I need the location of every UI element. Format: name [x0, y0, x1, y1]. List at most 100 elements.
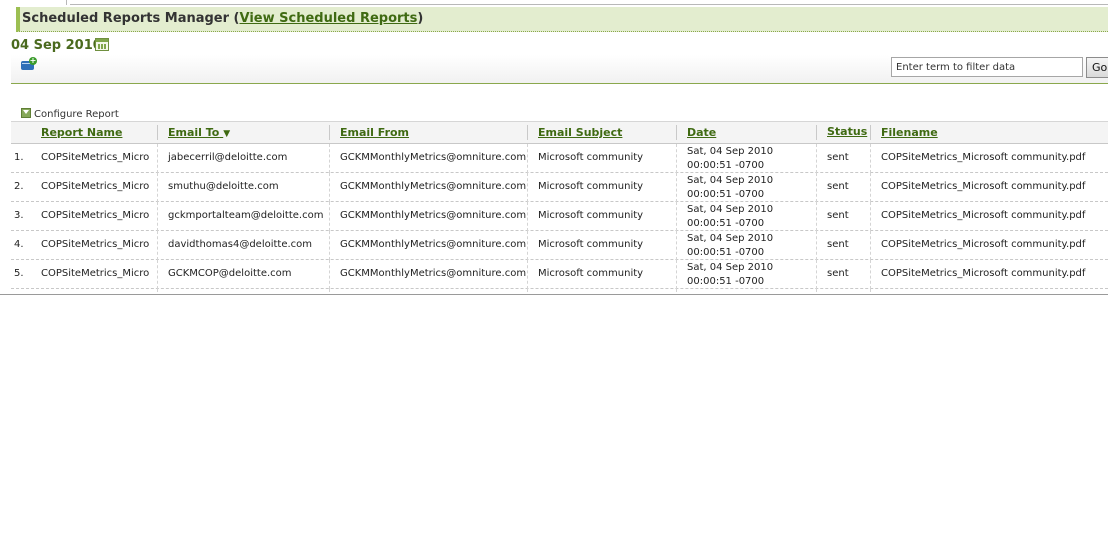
cell-status: sent [827, 152, 849, 163]
cell-filename: COPSiteMetrics_Microsoft community.pdf [881, 210, 1086, 221]
tab-edge-left [0, 0, 67, 5]
column-divider [329, 173, 330, 202]
calendar-icon[interactable] [95, 38, 109, 51]
cell-email-subject: Microsoft community [538, 268, 644, 279]
column-divider [816, 202, 817, 231]
row-number: 4. [14, 239, 24, 250]
cell-report-name: COPSiteMetrics_Micro [41, 152, 150, 163]
cell-report-name: COPSiteMetrics_Micro [41, 239, 150, 250]
header-separator [527, 125, 528, 140]
cell-email-subject: Microsoft community [538, 152, 644, 163]
column-divider [816, 144, 817, 173]
expand-icon [21, 108, 31, 118]
content-bottom-border [0, 294, 1108, 295]
cell-email-to: smuthu@deloitte.com [168, 181, 279, 192]
column-divider [676, 144, 677, 173]
header-email-from[interactable]: Email From [340, 126, 409, 139]
go-button[interactable]: Go [1086, 57, 1108, 78]
header-email-to-label: Email To [168, 126, 220, 139]
cell-date: Sat, 04 Sep 2010 00:00:51 -0700 [687, 232, 773, 260]
cell-email-from: GCKMMonthlyMetrics@omniture.com [340, 152, 527, 163]
cell-report-name: COPSiteMetrics_Micro [41, 268, 150, 279]
cell-date-day: Sat, 04 Sep 2010 [687, 204, 774, 215]
column-divider [870, 173, 871, 202]
table-row[interactable]: 4. COPSiteMetrics_Micro davidthomas4@deloi… [11, 231, 1108, 260]
cell-date-time: 00:00:51 -0700 [687, 160, 765, 171]
cell-report-name: COPSiteMetrics_Micro [41, 181, 150, 192]
header-separator [157, 125, 158, 140]
column-divider [157, 202, 158, 231]
page-title-text: Scheduled Reports Manager ( [22, 11, 240, 26]
configure-report-toggle[interactable]: Configure Report [21, 108, 119, 120]
header-filename[interactable]: Filename [881, 126, 938, 139]
cell-date-time: 00:00:51 -0700 [687, 247, 765, 258]
column-divider [870, 231, 871, 260]
column-divider [157, 231, 158, 260]
cell-date: Sat, 04 Sep 2010 00:00:51 -0700 [687, 145, 773, 173]
header-email-subject[interactable]: Email Subject [538, 126, 622, 139]
report-date: 04 Sep 2010 [11, 38, 102, 53]
row-number: 1. [14, 152, 24, 163]
cell-filename: COPSiteMetrics_Microsoft community.pdf [881, 152, 1086, 163]
table-row[interactable]: 1. COPSiteMetrics_Micro jabecerril@deloitt… [11, 144, 1108, 173]
scheduled-reports-table: Report Name Email To ▼ Email From Email … [11, 121, 1108, 295]
header-report-name[interactable]: Report Name [41, 126, 122, 139]
column-divider [676, 173, 677, 202]
cell-filename: COPSiteMetrics_Microsoft community.pdf [881, 239, 1086, 250]
column-divider [870, 144, 871, 173]
header-separator [816, 125, 817, 140]
row-number: 2. [14, 181, 24, 192]
header-email-to[interactable]: Email To ▼ [168, 126, 230, 139]
column-divider [527, 202, 528, 231]
column-divider [816, 260, 817, 289]
header-separator [870, 125, 871, 140]
column-divider [329, 260, 330, 289]
cell-email-subject: Microsoft community [538, 239, 644, 250]
tab-edge-right [70, 0, 1108, 5]
cell-date: Sat, 04 Sep 2010 00:00:51 -0700 [687, 203, 773, 231]
table-row[interactable]: 3. COPSiteMetrics_Micro gckmportalteam@del… [11, 202, 1108, 231]
column-divider [870, 260, 871, 289]
column-divider [816, 231, 817, 260]
add-report-icon[interactable]: + [21, 57, 37, 71]
sort-desc-icon: ▼ [223, 129, 231, 139]
cell-date: Sat, 04 Sep 2010 00:00:51 -0700 [687, 174, 773, 202]
row-number: 5. [14, 268, 24, 279]
cell-status: sent [827, 181, 849, 192]
header-separator [329, 125, 330, 140]
cell-filename: COPSiteMetrics_Microsoft community.pdf [881, 181, 1086, 192]
header-date[interactable]: Date [687, 126, 716, 139]
column-divider [676, 260, 677, 289]
column-divider [527, 260, 528, 289]
column-divider [329, 231, 330, 260]
cell-date-time: 00:00:51 -0700 [687, 218, 765, 229]
cell-status: sent [827, 210, 849, 221]
cell-email-from: GCKMMonthlyMetrics@omniture.com [340, 268, 527, 279]
cell-date-time: 00:00:51 -0700 [687, 276, 765, 287]
cell-filename: COPSiteMetrics_Microsoft community.pdf [881, 268, 1086, 279]
row-number: 3. [14, 210, 24, 221]
table-header: Report Name Email To ▼ Email From Email … [11, 121, 1108, 144]
cell-date-day: Sat, 04 Sep 2010 [687, 233, 774, 244]
cell-email-from: GCKMMonthlyMetrics@omniture.com [340, 239, 527, 250]
column-divider [157, 173, 158, 202]
title-bar: Scheduled Reports Manager (View Schedule… [16, 7, 1108, 32]
cell-date-time: 00:00:51 -0700 [687, 189, 765, 200]
view-scheduled-reports-link[interactable]: View Scheduled Reports [240, 11, 418, 26]
top-strip [0, 0, 1108, 6]
table-row[interactable]: 2. COPSiteMetrics_Micro smuthu@deloitte.co… [11, 173, 1108, 202]
table-row[interactable]: 5. COPSiteMetrics_Micro GCKMCOP@deloitte.c… [11, 260, 1108, 289]
cell-email-to: gckmportalteam@deloitte.com [168, 210, 324, 221]
column-divider [329, 202, 330, 231]
column-divider [527, 173, 528, 202]
column-divider [870, 202, 871, 231]
cell-email-subject: Microsoft community [538, 181, 644, 192]
page-title-suffix: ) [417, 11, 424, 26]
column-divider [329, 144, 330, 173]
column-divider [676, 231, 677, 260]
filter-input[interactable] [891, 57, 1083, 77]
column-divider [157, 260, 158, 289]
cell-date: Sat, 04 Sep 2010 00:00:51 -0700 [687, 261, 773, 289]
cell-email-from: GCKMMonthlyMetrics@omniture.com [340, 210, 527, 221]
header-status[interactable]: Status [827, 125, 867, 138]
